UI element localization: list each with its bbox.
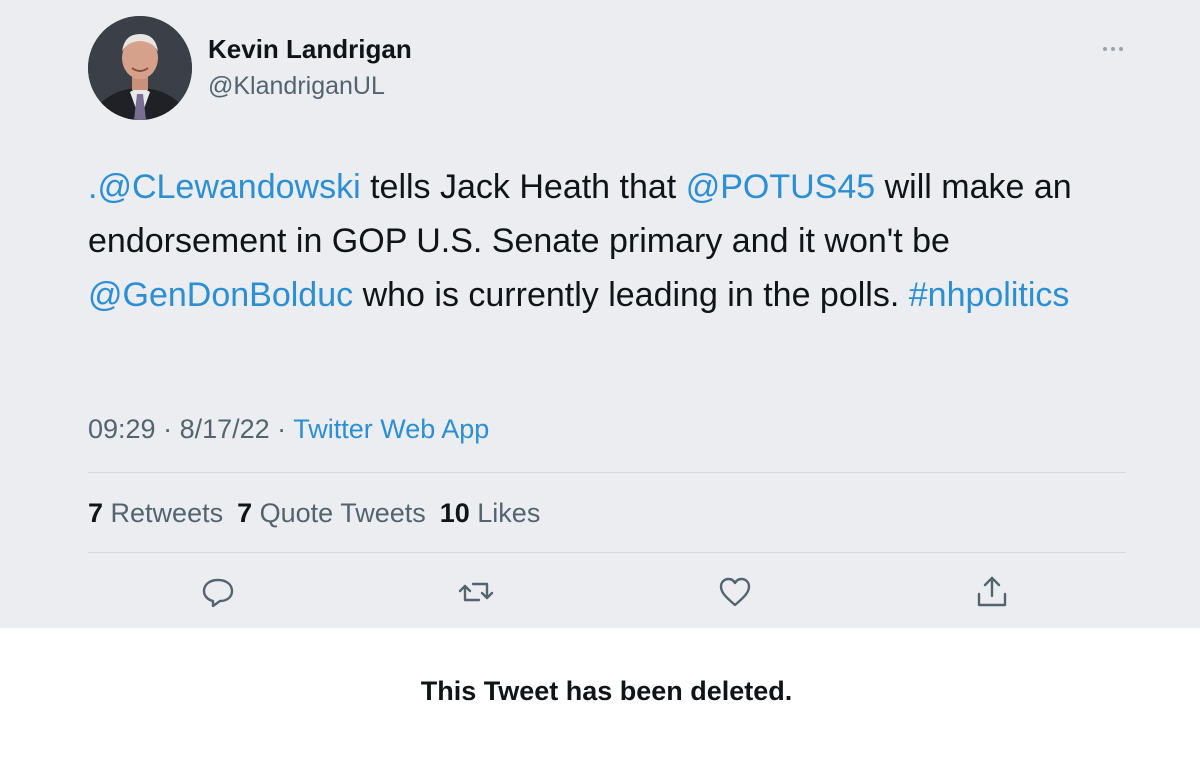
tweet-stats: 7 Retweets 7 Quote Tweets 10 Likes — [88, 498, 554, 529]
divider — [88, 472, 1126, 473]
avatar-photo — [88, 16, 192, 120]
author-display-name[interactable]: Kevin Landrigan — [208, 34, 412, 65]
author-handle[interactable]: @KlandriganUL — [208, 72, 385, 101]
tweet-card: Kevin Landrigan @KlandriganUL .@CLewando… — [0, 0, 1200, 628]
retweets-count: 7 — [88, 498, 104, 528]
like-icon — [719, 577, 751, 607]
tweet-text-part: tells Jack Heath that — [360, 168, 686, 206]
meta-separator: · — [155, 414, 180, 444]
tweet-time[interactable]: 09:29 — [88, 414, 156, 444]
deleted-notice: This Tweet has been deleted. — [420, 676, 793, 706]
tweet-source[interactable]: Twitter Web App — [293, 414, 489, 444]
meta-separator: · — [269, 414, 294, 444]
avatar[interactable] — [88, 16, 192, 120]
share-icon — [977, 576, 1007, 607]
mention-potus45[interactable]: @POTUS45 — [686, 168, 875, 206]
likes-count: 10 — [439, 498, 470, 528]
mention-clewandowski[interactable]: .@CLewandowski — [88, 168, 361, 206]
hashtag-nhpolitics[interactable]: #nhpolitics — [909, 276, 1070, 314]
retweets-stat[interactable]: 7 Retweets — [88, 498, 223, 528]
likes-stat[interactable]: 10 Likes — [440, 498, 541, 528]
tweet-text-part: who is currently leading in the polls. — [353, 276, 909, 314]
mention-gendonbolduc[interactable]: @GenDonBolduc — [88, 276, 353, 314]
quote-tweets-label: Quote Tweets — [252, 498, 426, 528]
retweets-label: Retweets — [103, 498, 224, 528]
tweet-date[interactable]: 8/17/22 — [180, 414, 270, 444]
like-button[interactable] — [715, 572, 755, 612]
quote-tweets-count: 7 — [237, 498, 253, 528]
more-options-icon[interactable] — [1100, 36, 1126, 62]
likes-label: Likes — [469, 498, 541, 528]
tweet-text: .@CLewandowski tells Jack Heath that @PO… — [88, 160, 1128, 322]
tweet-meta: 09:29 · 8/17/22 · Twitter Web App — [88, 414, 489, 445]
reply-button[interactable] — [198, 572, 238, 612]
divider — [88, 552, 1126, 553]
share-button[interactable] — [972, 572, 1012, 612]
retweet-icon — [458, 582, 494, 602]
retweet-button[interactable] — [456, 572, 496, 612]
quote-tweets-stat[interactable]: 7 Quote Tweets — [237, 498, 426, 528]
reply-icon — [202, 578, 234, 608]
